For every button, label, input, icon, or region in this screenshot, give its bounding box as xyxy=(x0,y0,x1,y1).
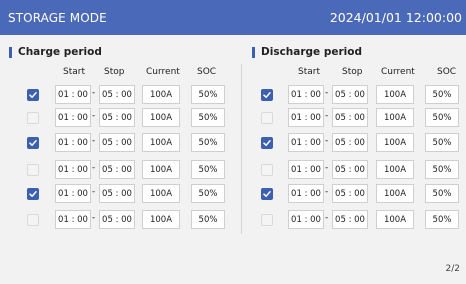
discharge-current-field[interactable]: 100A xyxy=(376,160,414,179)
time-range-separator: - xyxy=(325,187,329,197)
discharge-start-time-field[interactable]: 01 : 00 xyxy=(288,133,324,152)
charge-col-stop: Stop xyxy=(104,67,125,77)
discharge-enable-checkbox[interactable] xyxy=(261,112,273,124)
discharge-current-field[interactable]: 100A xyxy=(376,210,414,229)
time-range-separator: - xyxy=(325,163,329,173)
discharge-stop-time-field[interactable]: 05 : 00 xyxy=(332,108,368,127)
page-indicator: 2/2 xyxy=(445,264,460,274)
discharge-col-current: Current xyxy=(381,67,415,77)
section-marker xyxy=(9,46,12,58)
discharge-enable-checkbox[interactable] xyxy=(261,188,273,200)
discharge-start-time-field[interactable]: 01 : 00 xyxy=(288,160,324,179)
charge-period-heading: Charge period xyxy=(9,46,102,58)
discharge-start-time-field[interactable]: 01 : 00 xyxy=(288,184,324,203)
discharge-enable-checkbox[interactable] xyxy=(261,164,273,176)
discharge-soc-field[interactable]: 50% xyxy=(425,184,459,203)
discharge-soc-field[interactable]: 50% xyxy=(425,133,459,152)
discharge-soc-field[interactable]: 50% xyxy=(425,210,459,229)
discharge-stop-time-field[interactable]: 05 : 00 xyxy=(332,133,368,152)
discharge-period-row: 01 : 00-05 : 00 100A 50% xyxy=(0,160,466,180)
charge-col-start: Start xyxy=(63,67,85,77)
datetime-display: 2024/01/01 12:00:00 xyxy=(329,10,462,25)
discharge-enable-checkbox[interactable] xyxy=(261,137,273,149)
discharge-period-row: 01 : 00-05 : 00 100A 50% xyxy=(0,133,466,153)
charge-period-title: Charge period xyxy=(18,46,102,58)
charge-col-current: Current xyxy=(146,67,180,77)
discharge-soc-field[interactable]: 50% xyxy=(425,85,459,104)
discharge-period-row: 01 : 00-05 : 00 100A 50% xyxy=(0,210,466,230)
time-range-separator: - xyxy=(325,88,329,98)
discharge-start-time-field[interactable]: 01 : 00 xyxy=(288,85,324,104)
time-range-separator: - xyxy=(325,136,329,146)
discharge-col-soc: SOC xyxy=(437,67,457,77)
time-range-separator: - xyxy=(325,111,329,121)
discharge-stop-time-field[interactable]: 05 : 00 xyxy=(332,160,368,179)
discharge-start-time-field[interactable]: 01 : 00 xyxy=(288,210,324,229)
discharge-soc-field[interactable]: 50% xyxy=(425,108,459,127)
title-bar: STORAGE MODE 2024/01/01 12:00:00 xyxy=(0,0,466,35)
discharge-stop-time-field[interactable]: 05 : 00 xyxy=(332,210,368,229)
discharge-enable-checkbox[interactable] xyxy=(261,214,273,226)
discharge-start-time-field[interactable]: 01 : 00 xyxy=(288,108,324,127)
discharge-current-field[interactable]: 100A xyxy=(376,184,414,203)
discharge-period-row: 01 : 00-05 : 00 100A 50% xyxy=(0,184,466,204)
page-title: STORAGE MODE xyxy=(8,10,107,25)
discharge-current-field[interactable]: 100A xyxy=(376,85,414,104)
discharge-col-stop: Stop xyxy=(342,67,363,77)
discharge-current-field[interactable]: 100A xyxy=(376,133,414,152)
discharge-period-title: Discharge period xyxy=(261,46,362,58)
discharge-enable-checkbox[interactable] xyxy=(261,89,273,101)
discharge-stop-time-field[interactable]: 05 : 00 xyxy=(332,85,368,104)
charge-col-soc: SOC xyxy=(197,67,217,77)
discharge-period-row: 01 : 00-05 : 00 100A 50% xyxy=(0,85,466,105)
discharge-period-heading: Discharge period xyxy=(252,46,362,58)
discharge-soc-field[interactable]: 50% xyxy=(425,160,459,179)
discharge-period-row: 01 : 00-05 : 00 100A 50% xyxy=(0,108,466,128)
section-marker xyxy=(252,46,255,58)
discharge-current-field[interactable]: 100A xyxy=(376,108,414,127)
discharge-col-start: Start xyxy=(298,67,320,77)
time-range-separator: - xyxy=(325,213,329,223)
discharge-stop-time-field[interactable]: 05 : 00 xyxy=(332,184,368,203)
